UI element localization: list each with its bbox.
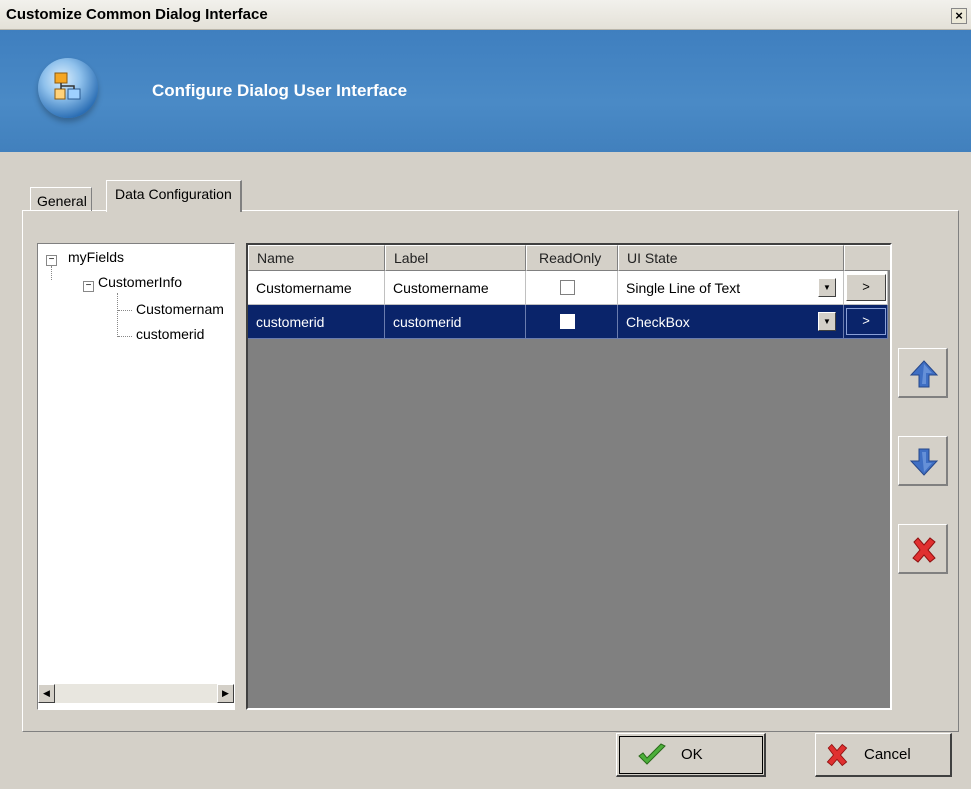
cell-label[interactable]: customerid xyxy=(385,305,526,339)
collapse-icon[interactable]: − xyxy=(83,281,94,292)
more-button[interactable]: > xyxy=(846,274,886,301)
column-header-readonly[interactable]: ReadOnly xyxy=(526,245,618,271)
table-row[interactable]: Customername Customername Single Line of… xyxy=(248,271,888,305)
column-header-name[interactable]: Name xyxy=(248,245,385,271)
tree-node-group[interactable]: CustomerInfo xyxy=(98,274,182,290)
fields-grid[interactable]: Name Label ReadOnly UI State Customernam… xyxy=(246,243,892,710)
ok-button[interactable]: OK xyxy=(616,733,766,777)
readonly-checkbox[interactable] xyxy=(560,280,575,295)
table-row[interactable]: customerid customerid CheckBox ▼ > xyxy=(248,305,888,339)
scroll-left-icon[interactable]: ◀ xyxy=(38,684,55,703)
move-down-button[interactable] xyxy=(898,436,948,486)
header-title: Configure Dialog User Interface xyxy=(152,81,408,100)
tree-line xyxy=(118,336,132,337)
tree-line xyxy=(117,293,119,337)
tree-node-field[interactable]: Customernam xyxy=(136,301,224,317)
column-header-ui-state[interactable]: UI State xyxy=(618,245,844,271)
cell-label[interactable]: Customername xyxy=(385,271,526,305)
dialog-config-icon xyxy=(38,58,98,118)
tree-line xyxy=(51,266,53,280)
tree-node-field[interactable]: customerid xyxy=(136,326,204,342)
collapse-icon[interactable]: − xyxy=(46,255,57,266)
header-banner xyxy=(0,30,971,152)
cancel-x-icon xyxy=(826,743,848,767)
close-button[interactable]: × xyxy=(951,8,967,24)
fields-tree[interactable]: − myFields − CustomerInfo Customernam cu… xyxy=(37,243,235,710)
scroll-right-icon[interactable]: ▶ xyxy=(217,684,234,703)
column-header-label[interactable]: Label xyxy=(385,245,526,271)
cell-more: > xyxy=(844,305,888,339)
move-up-button[interactable] xyxy=(898,348,948,398)
tree-line xyxy=(118,310,132,311)
cell-ui-state[interactable]: Single Line of Text ▼ xyxy=(618,271,844,305)
ok-label: OK xyxy=(681,746,703,763)
arrow-up-icon xyxy=(909,360,939,388)
readonly-checkbox[interactable] xyxy=(560,314,575,329)
cell-more: > xyxy=(844,271,888,305)
cell-readonly[interactable] xyxy=(526,271,618,305)
cell-name[interactable]: customerid xyxy=(248,305,385,339)
checkmark-icon xyxy=(638,743,666,765)
tree-horizontal-scrollbar[interactable]: ◀ ▶ xyxy=(38,684,234,703)
cell-ui-state[interactable]: CheckBox ▼ xyxy=(618,305,844,339)
chevron-down-icon[interactable]: ▼ xyxy=(818,278,836,297)
title-bar: Customize Common Dialog Interface × xyxy=(0,0,971,30)
delete-x-icon xyxy=(912,537,936,563)
chevron-down-icon[interactable]: ▼ xyxy=(818,312,836,331)
window-title: Customize Common Dialog Interface xyxy=(6,6,268,23)
cell-name[interactable]: Customername xyxy=(248,271,385,305)
ui-state-value: CheckBox xyxy=(626,314,690,330)
cancel-button[interactable]: Cancel xyxy=(815,733,952,777)
tree-node-root[interactable]: myFields xyxy=(68,249,124,265)
tab-general[interactable]: General xyxy=(30,187,92,211)
arrow-down-icon xyxy=(909,448,939,476)
cell-readonly[interactable] xyxy=(526,305,618,339)
delete-button[interactable] xyxy=(898,524,948,574)
tab-data-configuration[interactable]: Data Configuration xyxy=(106,180,242,212)
ui-state-value: Single Line of Text xyxy=(626,280,741,296)
cancel-label: Cancel xyxy=(864,746,911,763)
column-header-blank xyxy=(844,245,890,271)
more-button[interactable]: > xyxy=(846,308,886,335)
